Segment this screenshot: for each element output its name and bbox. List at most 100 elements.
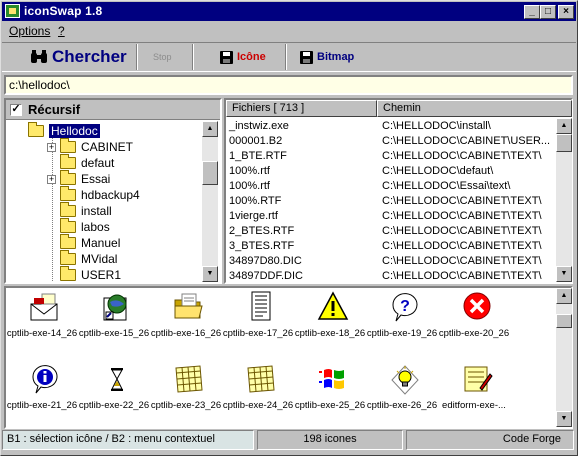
scroll-up-button[interactable]: ▲: [556, 118, 572, 134]
folder-icon: [60, 234, 76, 249]
file-row[interactable]: 1_BTE.RTF C:\HELLODOC\CABINET\TEXT\: [226, 150, 556, 165]
icon-cell[interactable]: cptlib-exe-25_26: [294, 360, 366, 420]
icon-button-label: Icône: [237, 51, 266, 63]
icon-cell[interactable]: ? cptlib-exe-19_26: [366, 288, 438, 348]
folder-icon: [60, 266, 76, 281]
tree-item-essai[interactable]: + Essai: [47, 170, 111, 187]
scroll-thumb[interactable]: [556, 314, 572, 328]
expand-icon[interactable]: +: [47, 174, 56, 184]
icon-label: cptlib-exe-22_26: [78, 400, 150, 411]
title-bar[interactable]: iconSwap 1.8 _ □ ×: [2, 2, 576, 21]
file-row[interactable]: 100%.rtf C:\HELLODOC\Essai\text\: [226, 180, 556, 195]
tree-item-label: hdbackup4: [81, 188, 140, 202]
file-row[interactable]: _instwiz.exe C:\HELLODOC\install\: [226, 120, 556, 135]
tree-item-mvidal[interactable]: MVidal: [60, 250, 117, 267]
tree-item-user1[interactable]: USER1: [60, 266, 122, 282]
scroll-up-button[interactable]: ▲: [202, 121, 218, 137]
maximize-button[interactable]: □: [540, 5, 556, 19]
icon-button[interactable]: Icône: [220, 44, 266, 70]
expand-icon[interactable]: +: [47, 142, 56, 152]
icon-cell[interactable]: editform-exe-...: [438, 360, 510, 420]
bitmap-button[interactable]: Bitmap: [300, 44, 354, 70]
question-icon: ?: [392, 293, 418, 322]
tree-scrollbar[interactable]: ▲ ▼: [202, 121, 218, 282]
tree-item-label: Hellodoc: [49, 124, 100, 138]
icon-label: cptlib-exe-15_26: [78, 328, 150, 339]
scroll-down-button[interactable]: ▼: [202, 266, 218, 282]
windows-logo-icon: [319, 369, 344, 389]
scroll-thumb[interactable]: [202, 161, 218, 185]
icon-label: cptlib-exe-17_26: [222, 328, 294, 339]
binoculars-icon: [31, 50, 47, 63]
file-row[interactable]: 34897DDF.DIC C:\HELLODOC\CABINET\TEXT\: [226, 270, 556, 282]
folder-icon: [60, 170, 76, 185]
icon-cell[interactable]: cptlib-exe-14_26: [6, 288, 78, 348]
close-button[interactable]: ×: [558, 5, 574, 19]
toolbar-separator: [192, 44, 194, 70]
tree-item-labos[interactable]: labos: [60, 218, 110, 235]
icon-cell[interactable]: cptlib-exe-21_26: [6, 360, 78, 420]
recursive-option[interactable]: ✓ Récursif: [6, 100, 220, 120]
icon-cell[interactable]: cptlib-exe-22_26: [78, 360, 150, 420]
network-globe-icon: [103, 294, 127, 321]
icon-cell[interactable]: cptlib-exe-20_26: [438, 288, 510, 348]
tree-item-label: USER1: [81, 268, 122, 282]
toolbar-separator: [136, 44, 138, 70]
tree-item-hdbackup4[interactable]: hdbackup4: [60, 186, 140, 203]
icon-cell[interactable]: cptlib-exe-17_26: [222, 288, 294, 348]
scroll-down-button[interactable]: ▼: [556, 411, 572, 427]
scroll-thumb[interactable]: [556, 134, 572, 152]
icon-gallery-scrollbar[interactable]: ▲ ▼: [556, 288, 572, 427]
tree-item-install[interactable]: install: [60, 202, 112, 219]
menu-help[interactable]: ?: [58, 24, 65, 40]
recursive-label: Récursif: [28, 102, 81, 117]
warning-icon: [317, 291, 349, 320]
file-row[interactable]: 2_BTES.RTF C:\HELLODOC\CABINET\TEXT\: [226, 225, 556, 240]
icon-label: cptlib-exe-18_26: [294, 328, 366, 339]
icon-cell[interactable]: cptlib-exe-18_26: [294, 288, 366, 348]
icon-label: editform-exe-...: [442, 400, 506, 411]
icon-cell[interactable]: cptlib-exe-26_26: [366, 360, 438, 420]
tree-item-hellodoc[interactable]: Hellodoc: [28, 122, 100, 139]
minimize-button[interactable]: _: [524, 5, 540, 19]
tree-item-manuel[interactable]: Manuel: [60, 234, 120, 251]
file-row[interactable]: 3_BTES.RTF C:\HELLODOC\CABINET\TEXT\: [226, 240, 556, 255]
scroll-down-button[interactable]: ▼: [556, 266, 572, 282]
column-header-files[interactable]: Fichiers [ 713 ]: [226, 100, 377, 117]
file-row[interactable]: 100%.rtf C:\HELLODOC\defaut\: [226, 165, 556, 180]
file-list-scrollbar[interactable]: ▲ ▼: [556, 118, 572, 282]
tree-item-label: defaut: [81, 156, 115, 170]
error-icon: [463, 292, 491, 320]
icon-cell[interactable]: cptlib-exe-24_26: [222, 360, 294, 420]
path-input[interactable]: c:\hellodoc\: [4, 75, 573, 95]
scroll-up-button[interactable]: ▲: [556, 288, 572, 304]
icon-cell[interactable]: cptlib-exe-23_26: [150, 360, 222, 420]
icon-cell[interactable]: cptlib-exe-16_26: [150, 288, 222, 348]
floppy-disk-icon: [220, 50, 233, 64]
stop-button[interactable]: Stop: [153, 44, 172, 70]
tree-item-cabinet[interactable]: + CABINET: [47, 138, 133, 155]
icon-label: cptlib-exe-23_26: [150, 400, 222, 411]
folder-tree: Hellodoc + CABINET defaut + Essai hdback…: [6, 121, 202, 282]
spreadsheet-icon: [175, 365, 203, 393]
recursive-checkbox[interactable]: ✓: [10, 104, 22, 116]
file-list: _instwiz.exe C:\HELLODOC\install\ 000001.…: [226, 118, 556, 282]
icon-label: cptlib-exe-21_26: [6, 400, 78, 411]
app-icon[interactable]: [5, 4, 20, 18]
status-icon-count: 198 icones: [257, 430, 403, 450]
file-row[interactable]: 34897D80.DIC C:\HELLODOC\CABINET\TEXT\: [226, 255, 556, 270]
file-row[interactable]: 100%.RTF C:\HELLODOC\CABINET\TEXT\: [226, 195, 556, 210]
icon-cell[interactable]: cptlib-exe-15_26: [78, 288, 150, 348]
window-title: iconSwap 1.8: [24, 4, 103, 18]
icon-label: cptlib-exe-19_26: [366, 328, 438, 339]
file-row[interactable]: 000001.B2 C:\HELLODOC\CABINET\USER...: [226, 135, 556, 150]
search-button[interactable]: Chercher: [30, 44, 127, 70]
column-header-path[interactable]: Chemin: [377, 100, 572, 117]
file-row[interactable]: 1vierge.rtf C:\HELLODOC\CABINET\TEXT\: [226, 210, 556, 225]
tree-item-label: Essai: [81, 172, 111, 186]
status-author: Code Forge: [406, 430, 574, 450]
tree-item-defaut[interactable]: defaut: [60, 154, 115, 171]
folder-icon: [60, 202, 76, 217]
menu-options[interactable]: Options: [9, 24, 50, 40]
folder-icon: [60, 186, 76, 201]
